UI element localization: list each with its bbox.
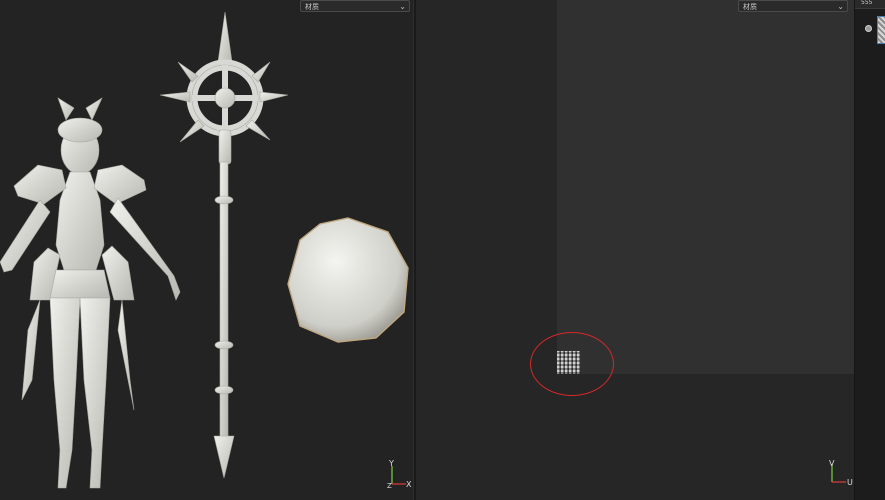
- axis-x-label: X: [406, 480, 412, 488]
- character-model[interactable]: [0, 97, 181, 489]
- layers-panel-header: 555: [855, 0, 885, 9]
- model-scene[interactable]: [0, 0, 413, 500]
- axis-gizmo-uv: V U: [826, 458, 854, 488]
- chevron-down-icon: ⌄: [837, 2, 844, 11]
- orb-model[interactable]: [287, 217, 409, 343]
- dropdown-label: 材质: [743, 3, 757, 11]
- uv-material-dropdown[interactable]: 材质 ⌄: [738, 0, 848, 12]
- layer-thumbnail[interactable]: [877, 16, 885, 44]
- axis-gizmo-3d: Y X Z: [386, 458, 413, 488]
- uv-viewport[interactable]: 材质 ⌄ V U: [416, 0, 854, 500]
- axis-y-label: Y: [388, 459, 394, 468]
- axis-u-label: U: [847, 478, 853, 487]
- layers-panel: 555: [854, 0, 885, 500]
- axis-z-label: Z: [387, 482, 392, 488]
- eye-icon[interactable]: [865, 25, 872, 32]
- layers-panel-header-text: 555: [861, 0, 873, 6]
- 3d-viewport[interactable]: 材质 ⌄ Y X Z: [0, 0, 413, 500]
- uv-tile-area[interactable]: [557, 0, 854, 374]
- highlight-circle-annotation: [530, 332, 614, 396]
- axis-v-label: V: [829, 459, 835, 468]
- staff-model[interactable]: [159, 11, 289, 479]
